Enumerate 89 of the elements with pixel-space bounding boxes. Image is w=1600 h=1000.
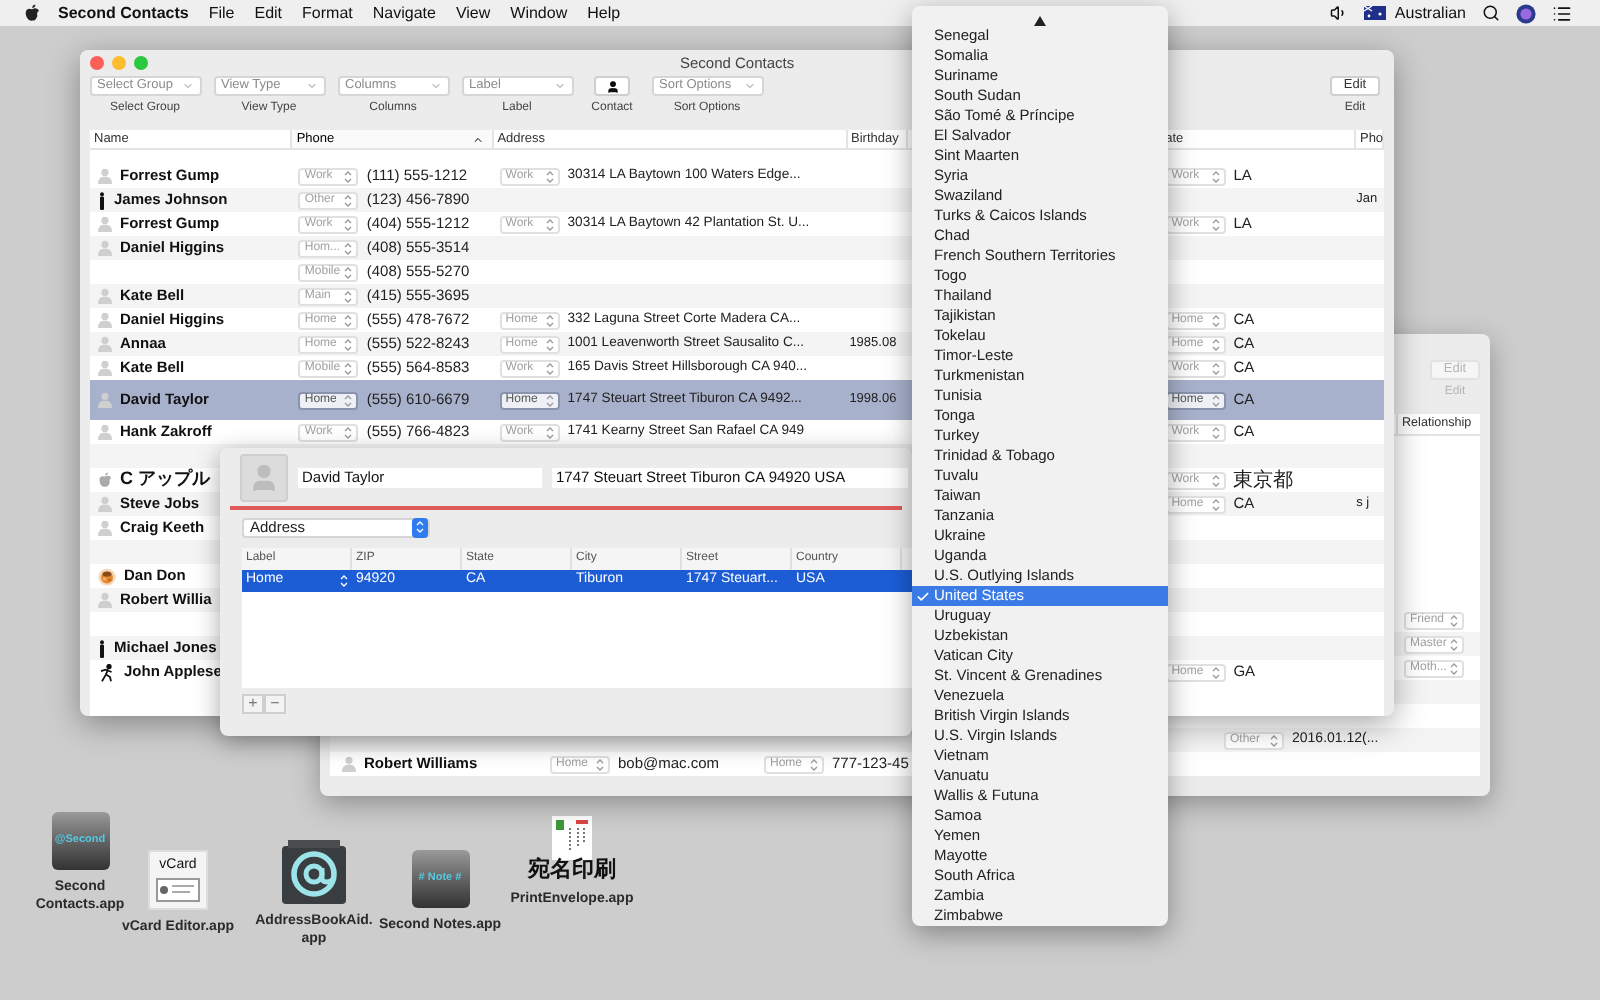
menu-item[interactable]: Navigate [372, 1, 436, 25]
stepper-icon [1270, 733, 1278, 747]
stepper-icon [1211, 393, 1220, 407]
stepper-icon [344, 265, 353, 279]
input-source[interactable]: Australian [1394, 1, 1466, 25]
person-icon [605, 79, 619, 93]
person-icon [98, 424, 112, 440]
stepper-icon [1211, 313, 1220, 327]
orb-icon[interactable] [1516, 3, 1536, 23]
person-icon [342, 756, 356, 772]
chevron-down-icon [553, 80, 565, 92]
chevron-down-icon [743, 80, 755, 92]
flag-icon[interactable] [1364, 6, 1387, 20]
state-text: 東京都 [1233, 467, 1294, 495]
stepper-icon [344, 425, 353, 439]
stepper-icon [344, 241, 353, 255]
menu-item[interactable]: Window [510, 1, 568, 25]
apple-logo-icon[interactable] [24, 4, 40, 22]
stepper-icon [1211, 361, 1220, 375]
person-icon [98, 336, 112, 352]
segment-button[interactable]: + [242, 693, 264, 713]
sort-icon [471, 133, 484, 145]
envelope-card-icon[interactable] [552, 816, 592, 860]
check-icon [916, 589, 930, 603]
stepper-icon [1211, 497, 1220, 511]
segment-button[interactable]: − [264, 693, 286, 713]
stepper-icon [344, 289, 353, 303]
stepper-icon [1450, 661, 1458, 675]
menu-item[interactable]: Edit [254, 1, 283, 25]
stepper-button[interactable] [412, 517, 428, 537]
stepper-icon [545, 169, 554, 183]
person-icon [98, 240, 112, 256]
at-sign-icon[interactable] [282, 840, 346, 904]
stepper-icon [545, 393, 554, 407]
stepper-icon [1211, 217, 1220, 231]
contact-name: C アップル [120, 466, 210, 493]
stepper-icon [545, 337, 554, 351]
menu-item[interactable]: Format [302, 1, 353, 25]
stepper-icon [1450, 613, 1458, 627]
stepper-icon [810, 757, 818, 771]
stepper-icon [340, 573, 348, 587]
stepper-icon [545, 361, 554, 375]
person-icon [98, 520, 112, 536]
list-icon[interactable] [1552, 3, 1572, 23]
person-icon [248, 461, 280, 493]
menu-item[interactable]: File [208, 1, 235, 25]
person-icon [98, 216, 112, 232]
stepper-icon [1211, 473, 1220, 487]
person-icon [98, 592, 112, 608]
icon-text: 宛名印刷 [528, 860, 616, 882]
stepper-icon [344, 337, 353, 351]
person-icon [98, 392, 112, 408]
stepper-icon [1211, 337, 1220, 351]
stepper-icon [344, 169, 353, 183]
stepper-icon [545, 313, 554, 327]
figure-icon [98, 639, 106, 657]
close-button[interactable] [90, 56, 104, 70]
stepper-icon [344, 313, 353, 327]
stepper-icon [1450, 637, 1458, 651]
search-icon[interactable] [1482, 4, 1500, 22]
runner-icon [98, 663, 116, 681]
stepper-icon [596, 757, 604, 771]
stepper-icon [344, 217, 353, 231]
card-icon [156, 877, 200, 901]
stepper-icon [344, 393, 353, 407]
scroll-up-icon[interactable] [1034, 16, 1046, 26]
stepper-icon [545, 425, 554, 439]
person-icon [98, 312, 112, 328]
stepper-icon [1211, 425, 1220, 439]
speaker-icon[interactable] [1330, 4, 1349, 22]
chevron-down-icon [181, 80, 193, 92]
apple-icon [98, 472, 112, 488]
person-icon [98, 288, 112, 304]
chevron-down-icon [305, 80, 317, 92]
stepper-icon [344, 193, 353, 207]
menu-item[interactable]: View [455, 1, 491, 25]
figure-icon [98, 191, 106, 209]
stepper-icon [545, 217, 554, 231]
person-icon [98, 168, 112, 184]
contact-button[interactable] [594, 76, 630, 96]
stepper-icon [1211, 169, 1220, 183]
person-icon [98, 496, 112, 512]
stepper-icon [416, 520, 424, 534]
stepper-icon [344, 361, 353, 375]
person-icon [98, 360, 112, 376]
stepper-icon [1211, 665, 1220, 679]
app-menu[interactable]: Second Contacts [58, 1, 189, 25]
chevron-down-icon [429, 80, 441, 92]
menu-item[interactable]: Help [587, 1, 621, 25]
